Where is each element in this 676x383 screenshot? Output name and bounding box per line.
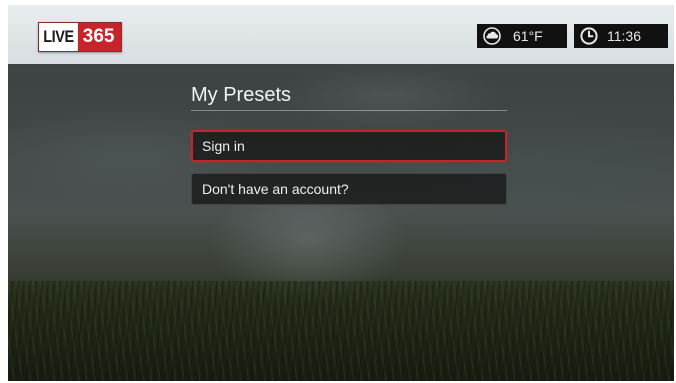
logo-text-live: LIVE [39,23,78,51]
temperature-text: 61°F [513,28,543,44]
logo-text-365: 365 [77,23,121,51]
top-bar: LIVE 365 61°F 11:36 [8,5,674,64]
weather-status: 61°F [477,24,567,48]
background-grass [8,281,674,381]
app-screen: LIVE 365 61°F 11:36 My Presets Sign in D… [8,5,674,381]
no-account-button[interactable]: Don't have an account? [191,173,507,205]
clock-status: 11:36 [574,24,668,48]
sign-in-button[interactable]: Sign in [191,130,507,162]
cloud-icon [483,27,501,45]
time-text: 11:36 [607,28,641,44]
page-title: My Presets [191,83,507,111]
clock-icon [580,27,598,45]
live365-logo: LIVE 365 [38,22,122,52]
